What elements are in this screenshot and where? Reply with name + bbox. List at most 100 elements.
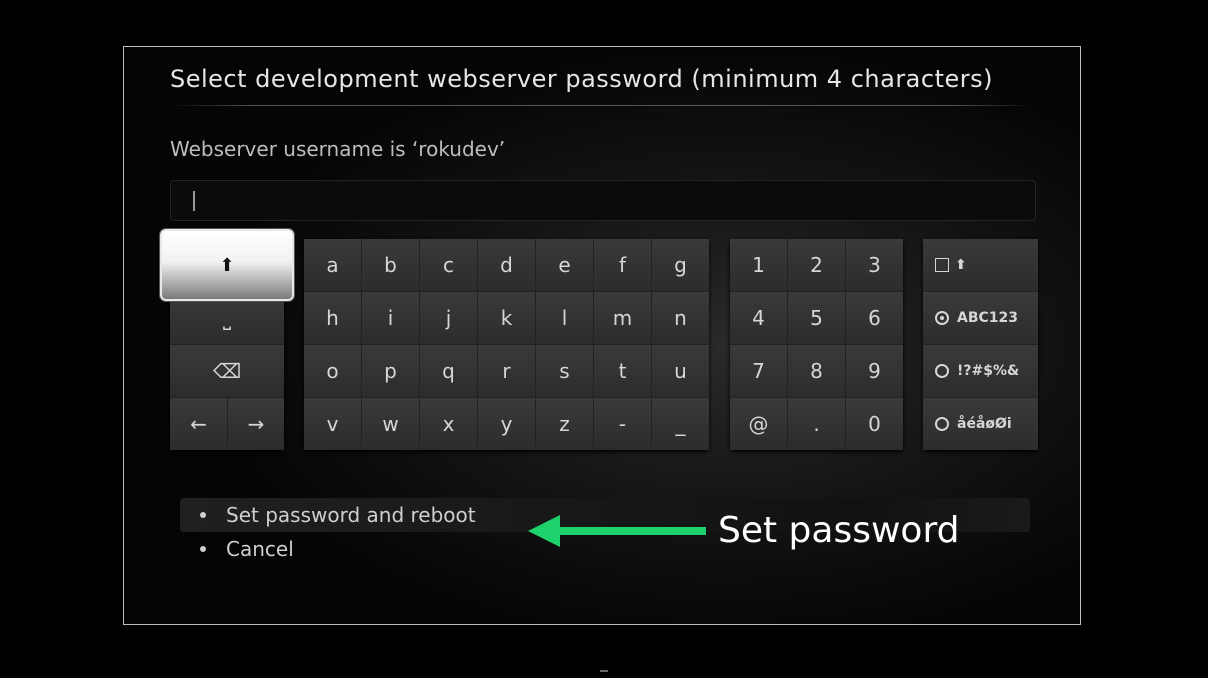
alpha-key[interactable]: r: [478, 345, 535, 397]
annotation-label: Set password: [718, 510, 960, 551]
key-label: 9: [868, 359, 881, 383]
option-label: Cancel: [226, 537, 294, 561]
number-key[interactable]: 2: [788, 239, 845, 291]
username-hint: Webserver username is ‘rokudev’: [170, 137, 506, 161]
alpha-key[interactable]: j: [420, 292, 477, 344]
cursor-right-key[interactable]: →: [228, 398, 284, 450]
number-key[interactable]: 1: [730, 239, 787, 291]
mode-symbols[interactable]: !?#$%&: [923, 345, 1038, 397]
key-label: h: [326, 306, 339, 330]
key-label: d: [500, 253, 513, 277]
alpha-keypad: a b c d e f g h i j k l m n o p q r s t u v w x y z - _: [304, 239, 709, 450]
mode-accents[interactable]: åéåøØi: [923, 398, 1038, 450]
mode-abc123[interactable]: ABC123: [923, 292, 1038, 344]
alpha-key[interactable]: -: [594, 398, 651, 450]
number-key[interactable]: 8: [788, 345, 845, 397]
password-input[interactable]: [170, 180, 1036, 221]
key-label: n: [674, 306, 687, 330]
number-key[interactable]: 0: [846, 398, 903, 450]
shift-icon: ⬆: [219, 254, 235, 276]
key-label: x: [442, 412, 455, 436]
mode-label: !?#$%&: [957, 363, 1020, 379]
alpha-key[interactable]: y: [478, 398, 535, 450]
mode-label: ABC123: [957, 310, 1019, 326]
alpha-key[interactable]: q: [420, 345, 477, 397]
key-label: 5: [810, 306, 823, 330]
alpha-key[interactable]: d: [478, 239, 535, 291]
cursor-right-icon: →: [247, 412, 265, 436]
number-key[interactable]: 5: [788, 292, 845, 344]
text-caret: [193, 191, 195, 211]
alpha-key[interactable]: s: [536, 345, 593, 397]
key-label: w: [382, 412, 399, 436]
alpha-key[interactable]: z: [536, 398, 593, 450]
key-label: m: [612, 306, 633, 330]
mode-label: åéåøØi: [957, 416, 1012, 432]
number-key[interactable]: 6: [846, 292, 903, 344]
bullet-icon: [200, 546, 206, 552]
shift-key-focused[interactable]: ⬆: [160, 229, 294, 301]
alpha-key[interactable]: c: [420, 239, 477, 291]
key-label: k: [500, 306, 513, 330]
alpha-key[interactable]: k: [478, 292, 535, 344]
alpha-key[interactable]: p: [362, 345, 419, 397]
key-label: v: [326, 412, 339, 436]
alpha-key[interactable]: h: [304, 292, 361, 344]
backspace-icon: ⌫: [212, 359, 242, 383]
key-label: p: [384, 359, 397, 383]
alpha-key[interactable]: u: [652, 345, 709, 397]
key-label: c: [443, 253, 454, 277]
key-label: u: [674, 359, 687, 383]
mode-keypad: ⬆ ABC123 !?#$%& åéåøØi: [923, 239, 1038, 450]
alpha-key[interactable]: _: [652, 398, 709, 450]
number-key[interactable]: 9: [846, 345, 903, 397]
key-label: y: [500, 412, 513, 436]
checkbox-icon: [935, 258, 949, 272]
alpha-key[interactable]: g: [652, 239, 709, 291]
key-label: o: [326, 359, 339, 383]
cursor-left-icon: ←: [190, 412, 207, 436]
alpha-key[interactable]: a: [304, 239, 361, 291]
radio-icon: [935, 417, 949, 431]
key-label: e: [558, 253, 571, 277]
key-label: a: [326, 253, 339, 277]
alpha-key[interactable]: n: [652, 292, 709, 344]
backspace-key[interactable]: ⌫: [170, 345, 284, 397]
alpha-key[interactable]: t: [594, 345, 651, 397]
key-label: 6: [868, 306, 881, 330]
key-label: g: [674, 253, 687, 277]
option-label: Set password and reboot: [226, 503, 476, 527]
key-label: _: [675, 412, 686, 436]
alpha-key[interactable]: e: [536, 239, 593, 291]
key-label: s: [559, 359, 570, 383]
number-keypad: 1 2 3 4 5 6 7 8 9 @. 0: [730, 239, 903, 450]
key-label: 8: [810, 359, 823, 383]
key-label: 4: [752, 306, 765, 330]
alpha-key[interactable]: x: [420, 398, 477, 450]
number-key[interactable]: 4: [730, 292, 787, 344]
key-label: q: [442, 359, 455, 383]
alpha-key[interactable]: o: [304, 345, 361, 397]
alpha-key[interactable]: b: [362, 239, 419, 291]
key-label: 0: [868, 412, 881, 436]
key-label: l: [561, 306, 568, 330]
caps-lock-toggle[interactable]: ⬆: [923, 239, 1038, 291]
radio-icon: [935, 364, 949, 378]
key-label: .: [813, 412, 820, 436]
number-key[interactable]: 3: [846, 239, 903, 291]
alpha-key[interactable]: f: [594, 239, 651, 291]
key-label: i: [387, 306, 394, 330]
key-label: 2: [810, 253, 823, 277]
number-key[interactable]: @: [730, 398, 787, 450]
alpha-key[interactable]: l: [536, 292, 593, 344]
radio-selected-icon: [935, 311, 949, 325]
alpha-key[interactable]: w: [362, 398, 419, 450]
alpha-key[interactable]: v: [304, 398, 361, 450]
key-label: 1: [752, 253, 765, 277]
number-key[interactable]: .: [788, 398, 845, 450]
number-key[interactable]: 7: [730, 345, 787, 397]
key-label: t: [618, 359, 627, 383]
alpha-key[interactable]: m: [594, 292, 651, 344]
alpha-key[interactable]: i: [362, 292, 419, 344]
cursor-left-key[interactable]: ←: [170, 398, 227, 450]
